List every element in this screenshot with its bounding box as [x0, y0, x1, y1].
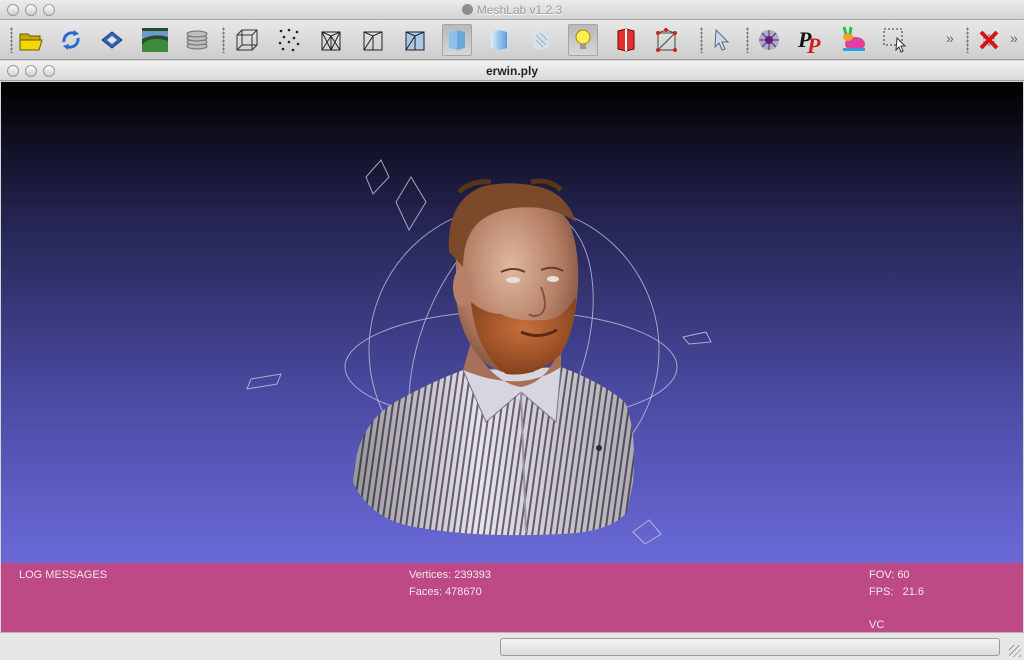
toolbar-grip[interactable]	[222, 27, 225, 53]
backface-button[interactable]	[610, 24, 640, 56]
document-title: erwin.ply	[485, 64, 538, 78]
open-icon	[19, 33, 43, 51]
color-bunny-icon	[842, 26, 865, 51]
log-panel: LOG MESSAGES Vertices: 239393 Faces: 478…	[1, 563, 1023, 632]
save-button[interactable]	[97, 24, 127, 56]
app-title: MeshLab v1.2.3	[0, 3, 1024, 17]
smooth-icon	[491, 30, 507, 50]
log-header: LOG MESSAGES	[19, 569, 108, 581]
toolbar-grip[interactable]	[746, 27, 749, 53]
smooth-button[interactable]	[484, 24, 514, 56]
face-count: Faces: 478670	[409, 586, 482, 598]
fov-readout: FOV: 60	[869, 569, 910, 581]
select-vertices-button[interactable]	[652, 24, 682, 56]
bbox-button[interactable]	[232, 24, 262, 56]
toolbar-grip[interactable]	[966, 27, 969, 53]
save-icon	[101, 31, 123, 49]
resize-grip[interactable]	[1009, 645, 1021, 657]
wireframe-button[interactable]	[316, 24, 346, 56]
texture-button[interactable]	[526, 24, 556, 56]
progress-bar	[500, 638, 1000, 656]
toolbar-overflow-button[interactable]: »	[946, 30, 954, 46]
points-button[interactable]	[274, 24, 304, 56]
main-toolbar: PP » »	[0, 20, 1024, 60]
color-bunny-button[interactable]	[838, 24, 868, 56]
status-bar	[0, 632, 1024, 660]
delete-button[interactable]	[974, 24, 1004, 56]
flat-lines-button[interactable]	[400, 24, 430, 56]
toolbar-grip[interactable]	[700, 27, 703, 53]
align-button[interactable]	[754, 24, 784, 56]
flat-icon	[449, 30, 465, 50]
wireframe-icon	[321, 31, 341, 52]
meshlab-logo-icon	[461, 4, 473, 15]
snapshot-icon	[142, 28, 168, 52]
app-title-text: MeshLab v1.2.3	[476, 3, 563, 17]
toolbar-grip[interactable]	[10, 27, 13, 53]
document-titlebar: erwin.ply	[0, 61, 1024, 81]
flat-button[interactable]	[442, 24, 472, 56]
vertex-count: Vertices: 239393	[409, 569, 491, 581]
paint-icon: PP	[797, 27, 821, 55]
toolbar-overflow-button-2[interactable]: »	[1010, 30, 1018, 46]
flat-lines-icon	[405, 31, 425, 51]
mesh-bust	[353, 178, 634, 536]
app-titlebar: MeshLab v1.2.3	[0, 0, 1024, 20]
fps-readout: FPS: 21.6	[869, 586, 925, 598]
align-icon	[759, 30, 779, 50]
3d-viewport[interactable]	[1, 82, 1023, 563]
reload-icon	[62, 30, 80, 50]
open-button[interactable]	[16, 24, 46, 56]
reload-button[interactable]	[56, 24, 86, 56]
snapshot-button[interactable]	[140, 24, 170, 56]
layers-button[interactable]	[182, 24, 212, 56]
paint-button[interactable]: PP	[796, 24, 826, 56]
hidden-lines-icon	[363, 31, 383, 51]
light-icon	[575, 29, 591, 49]
select-vertices-icon	[656, 28, 677, 52]
texture-icon	[533, 30, 549, 50]
points-icon	[278, 28, 300, 52]
bbox-icon	[236, 29, 258, 51]
layers-icon	[186, 30, 208, 50]
backface-icon	[617, 28, 635, 52]
svg-text:P: P	[806, 33, 821, 55]
pick-button[interactable]	[706, 24, 736, 56]
light-button[interactable]	[568, 24, 598, 56]
pointer-icon	[714, 28, 730, 51]
hidden-lines-button[interactable]	[358, 24, 388, 56]
render-mode: VC	[869, 619, 885, 631]
select-faces-icon	[883, 28, 907, 53]
select-faces-button[interactable]	[880, 24, 910, 56]
delete-icon	[979, 30, 999, 50]
mesh-render	[246, 159, 712, 545]
